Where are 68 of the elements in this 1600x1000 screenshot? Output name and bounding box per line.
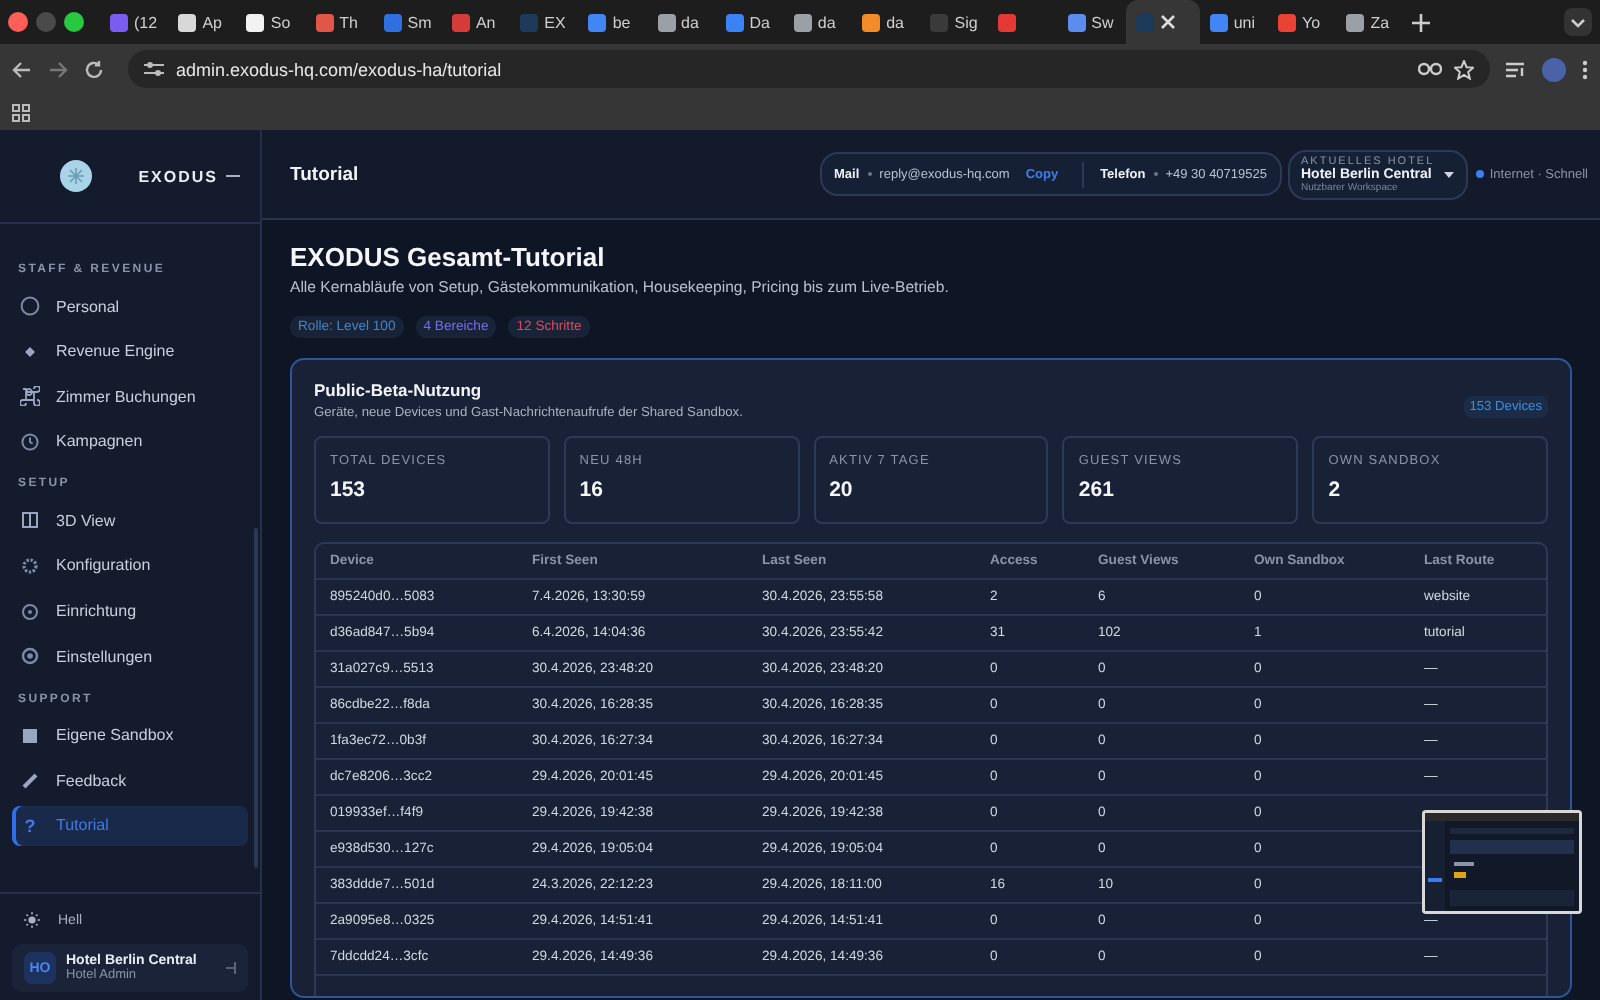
panel-icon [20,510,40,531]
caret-icon [1443,171,1454,177]
reading-list-icon[interactable] [1506,61,1526,77]
browser-tab[interactable]: Yo [1268,0,1337,44]
address-field[interactable]: admin.exodus-hq.com/exodus-ha/tutorial [128,50,1490,88]
browser-tab[interactable]: An [441,0,511,44]
tutorial-title: EXODUS Gesamt-Tutorial [290,242,607,272]
browser-tab[interactable]: Da [715,0,784,44]
diamond-icon [20,341,40,362]
browser-tab[interactable] [1125,0,1200,44]
sidebar-item[interactable]: Feedback [12,760,248,801]
browser-tab[interactable]: EX [510,0,579,44]
tune-icon[interactable] [144,60,164,78]
sidebar-item[interactable]: Eigene Sandbox [12,715,248,756]
back-icon[interactable] [12,59,32,79]
close-icon[interactable] [1159,14,1176,30]
sidebar-item[interactable]: Zimmer Buchungen [12,376,248,417]
browser-tab[interactable]: Sig [920,0,989,44]
maximize-button[interactable] [64,12,84,32]
stat-value: 16 [579,478,605,502]
sidebar-item[interactable]: Einstellungen [12,636,248,677]
target-icon [20,601,40,622]
browser-tab[interactable]: Sm [373,0,442,44]
logout-icon [226,962,236,974]
dropdown-icon[interactable] [1564,8,1592,36]
apps-icon[interactable] [12,103,30,121]
browser-tab[interactable]: Ap [168,0,237,44]
sun-icon [24,912,40,928]
reload-icon[interactable] [84,59,104,79]
browser-tab[interactable]: (12 [100,0,169,44]
browser-tab[interactable]: uni [1199,0,1268,44]
brand-name: EXODUS [138,167,218,185]
browser-tab[interactable]: Za [1336,0,1405,44]
clock-icon [20,431,40,452]
sidebar-item[interactable]: Kampagnen [12,421,248,462]
browser-tab[interactable]: Sw [1057,0,1126,44]
stat-value: 2 [1328,478,1343,502]
stat-value: 153 [330,478,368,502]
pencil-icon [20,770,40,791]
stat-value: 20 [829,478,855,502]
star-icon[interactable] [1454,59,1474,79]
sidebar-item[interactable]: Revenue Engine [12,331,248,372]
page-title: Tutorial [290,163,359,185]
browser-tab[interactable]: Th [305,0,374,44]
collapse-icon[interactable] [226,170,240,182]
sidebar-item[interactable]: Einrichtung [12,591,248,632]
forward-icon[interactable] [48,59,68,79]
sidebar-item[interactable]: 3D View [12,500,248,541]
circle-icon [20,296,40,316]
key-icon[interactable] [1418,62,1442,76]
sidebar-item[interactable]: Konfiguration [12,545,248,586]
plus-icon[interactable] [1412,13,1431,31]
status-dot [1475,170,1484,178]
menu-icon[interactable] [1582,59,1588,79]
help-icon: ? [20,815,40,836]
browser-tab[interactable]: da [647,0,716,44]
browser-tab[interactable]: be [578,0,647,44]
logo-icon [60,160,92,192]
close-button[interactable] [8,12,28,32]
sidebar-item[interactable]: Personal [12,286,248,326]
browser-tab[interactable]: da [852,0,921,44]
sidebar-item[interactable]: ? Tutorial [12,805,248,846]
browser-tab[interactable]: So [236,0,306,44]
browser-tab[interactable]: da [783,0,853,44]
square-icon [20,725,40,746]
card-title: Public-Beta-Nutzung [314,380,484,400]
settings-icon [20,646,40,667]
stat-value: 261 [1078,478,1116,502]
